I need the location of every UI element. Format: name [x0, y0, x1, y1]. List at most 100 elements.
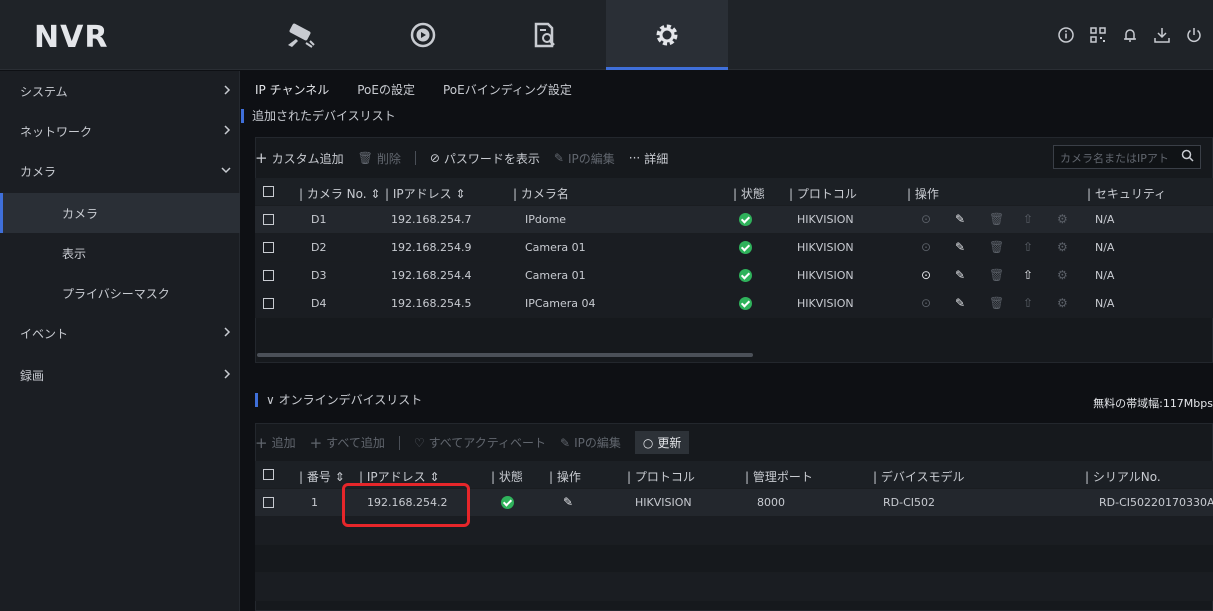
device-model: RD-CI502	[883, 496, 936, 509]
select-all-checkbox[interactable]	[263, 186, 274, 197]
custom-add-button[interactable]: + カスタム追加	[255, 149, 344, 167]
toolbar-divider	[398, 435, 400, 450]
chevron-right-icon	[222, 368, 232, 383]
camera-name: IPCamera 04	[525, 297, 596, 310]
sidebar-item-system[interactable]: システム	[0, 71, 240, 111]
download-icon[interactable]	[1153, 26, 1171, 44]
sidebar-item-network[interactable]: ネットワーク	[0, 111, 240, 151]
serial-number: RD-CI50220170330AAV	[1099, 496, 1213, 509]
tab-poe-binding[interactable]: PoEバインディング設定	[443, 81, 572, 98]
protocol: HIKVISION	[635, 496, 692, 509]
refresh-icon: ○	[642, 435, 654, 450]
tab-poe-settings[interactable]: PoEの設定	[357, 81, 415, 98]
table-row[interactable]: D2 192.168.254.9 Camera 01 HIKVISION ⊙ ✎…	[255, 234, 1213, 262]
device-number: 1	[311, 496, 318, 509]
status-ok-icon	[501, 496, 514, 509]
sidebar-subitem-camera[interactable]: カメラ	[0, 193, 240, 233]
table-row[interactable]: D3 192.168.254.4 Camera 01 HIKVISION ⊙ ✎…	[255, 262, 1213, 290]
search-placeholder: カメラ名またはIPアト	[1060, 152, 1169, 165]
nav-configuration[interactable]	[606, 0, 728, 70]
search-icon[interactable]	[1181, 149, 1194, 165]
edit-icon[interactable]: ✎	[955, 212, 965, 226]
edit-icon[interactable]: ✎	[955, 296, 965, 310]
refresh-button[interactable]: ○ 更新	[634, 431, 690, 454]
protocol: HIKVISION	[797, 241, 854, 254]
free-bandwidth: 無料の帯域幅:117Mbps	[1093, 397, 1213, 410]
bell-icon[interactable]	[1121, 26, 1139, 44]
upgrade-icon[interactable]: ⇧	[1023, 212, 1033, 226]
tab-ip-channel[interactable]: IP チャンネル	[255, 81, 329, 98]
add-label: 追加	[271, 436, 296, 450]
camera-no: D3	[311, 269, 327, 282]
sidebar-item-label: 表示	[62, 246, 87, 261]
edit-ip-button[interactable]: ✎ IPの編集	[560, 434, 621, 451]
power-icon[interactable]	[1185, 26, 1203, 44]
nav-search[interactable]	[484, 0, 606, 70]
trash-icon[interactable]: 🗑	[989, 268, 1004, 282]
nav-playback[interactable]	[362, 0, 484, 70]
row-checkbox[interactable]	[263, 298, 274, 309]
details-button[interactable]: ··· 詳細	[629, 150, 668, 167]
sidebar-item-label: ネットワーク	[20, 124, 93, 139]
added-toolbar: + カスタム追加 🗑 削除 ⊘ パスワードを表示 ✎ IPの編集 ··· 詳細	[255, 149, 668, 167]
online-device-table: | 番号 ⇕ | IPアドレス ⇕ | 状態 | 操作 | プロトコル | 管理…	[255, 461, 1213, 601]
upgrade-icon[interactable]: ⇧	[1023, 240, 1033, 254]
sidebar-subitem-display[interactable]: 表示	[0, 233, 240, 273]
custom-add-label: カスタム追加	[271, 151, 344, 166]
edit-ip-button[interactable]: ✎ IPの編集	[554, 150, 615, 167]
ip-address: 192.168.254.7	[391, 213, 472, 226]
settings-icon[interactable]: ⚙	[1057, 212, 1068, 226]
sidebar-item-camera[interactable]: カメラ	[0, 151, 240, 191]
camera-no: D4	[311, 297, 327, 310]
table-row[interactable]: D1 192.168.254.7 IPdome HIKVISION ⊙ ✎ 🗑 …	[255, 206, 1213, 234]
online-title-label: オンラインデバイスリスト	[278, 393, 423, 407]
trash-icon[interactable]: 🗑	[989, 212, 1004, 226]
header-number[interactable]: | 番号 ⇕	[299, 468, 345, 485]
upgrade-icon[interactable]: ⇧	[1023, 296, 1033, 310]
add-all-button[interactable]: + すべて追加	[310, 434, 385, 452]
sidebar-subitem-privacy-mask[interactable]: プライバシーマスク	[0, 273, 240, 313]
edit-icon[interactable]: ✎	[563, 495, 573, 509]
camera-search-input[interactable]: カメラ名またはIPアト	[1053, 145, 1201, 169]
header-camera-no[interactable]: | カメラ No. ⇕	[299, 185, 380, 202]
horizontal-scrollbar[interactable]	[257, 353, 753, 357]
select-all-checkbox[interactable]	[263, 469, 274, 480]
edit-icon[interactable]: ✎	[955, 240, 965, 254]
row-checkbox[interactable]	[263, 242, 274, 253]
chevron-right-icon	[222, 84, 232, 99]
row-checkbox[interactable]	[263, 497, 274, 508]
sidebar-item-label: 録画	[20, 368, 45, 383]
row-checkbox[interactable]	[263, 214, 274, 225]
settings-icon[interactable]: ⚙	[1057, 240, 1068, 254]
camera-name: IPdome	[525, 213, 567, 226]
play-icon[interactable]: ⊙	[921, 212, 931, 226]
trash-icon[interactable]: 🗑	[989, 240, 1004, 254]
online-device-list-title[interactable]: ∨ オンラインデバイスリスト	[255, 393, 422, 407]
info-icon[interactable]	[1057, 26, 1075, 44]
gear-icon	[656, 24, 678, 46]
sidebar-item-event[interactable]: イベント	[0, 313, 240, 353]
nav-live-view[interactable]	[240, 0, 362, 70]
delete-button[interactable]: 🗑 削除	[358, 150, 401, 167]
upgrade-icon[interactable]: ⇧	[1023, 268, 1033, 282]
online-toolbar: + 追加 + すべて追加 ♡ すべてアクティベート ✎ IPの編集 ○ 更新	[255, 431, 690, 454]
play-icon[interactable]: ⊙	[921, 268, 931, 282]
edit-icon[interactable]: ✎	[955, 268, 965, 282]
ip-address: 192.168.254.9	[391, 241, 472, 254]
table-row[interactable]: D4 192.168.254.5 IPCamera 04 HIKVISION ⊙…	[255, 290, 1213, 318]
row-checkbox[interactable]	[263, 270, 274, 281]
sidebar-item-record[interactable]: 録画	[0, 355, 240, 395]
add-button[interactable]: + 追加	[255, 434, 296, 452]
header-ip-address[interactable]: | IPアドレス ⇕	[385, 185, 466, 202]
play-icon[interactable]: ⊙	[921, 240, 931, 254]
qr-code-icon[interactable]	[1089, 26, 1107, 44]
settings-icon[interactable]: ⚙	[1057, 268, 1068, 282]
header-port: | 管理ポート	[745, 470, 813, 484]
eye-off-icon: ⊘	[429, 151, 440, 165]
show-password-button[interactable]: ⊘ パスワードを表示	[430, 150, 540, 167]
trash-icon[interactable]: 🗑	[989, 296, 1004, 310]
activate-all-button[interactable]: ♡ すべてアクティベート	[414, 434, 546, 451]
play-icon[interactable]: ⊙	[921, 296, 931, 310]
settings-icon[interactable]: ⚙	[1057, 296, 1068, 310]
edit-ip-label: IPの編集	[567, 151, 615, 166]
